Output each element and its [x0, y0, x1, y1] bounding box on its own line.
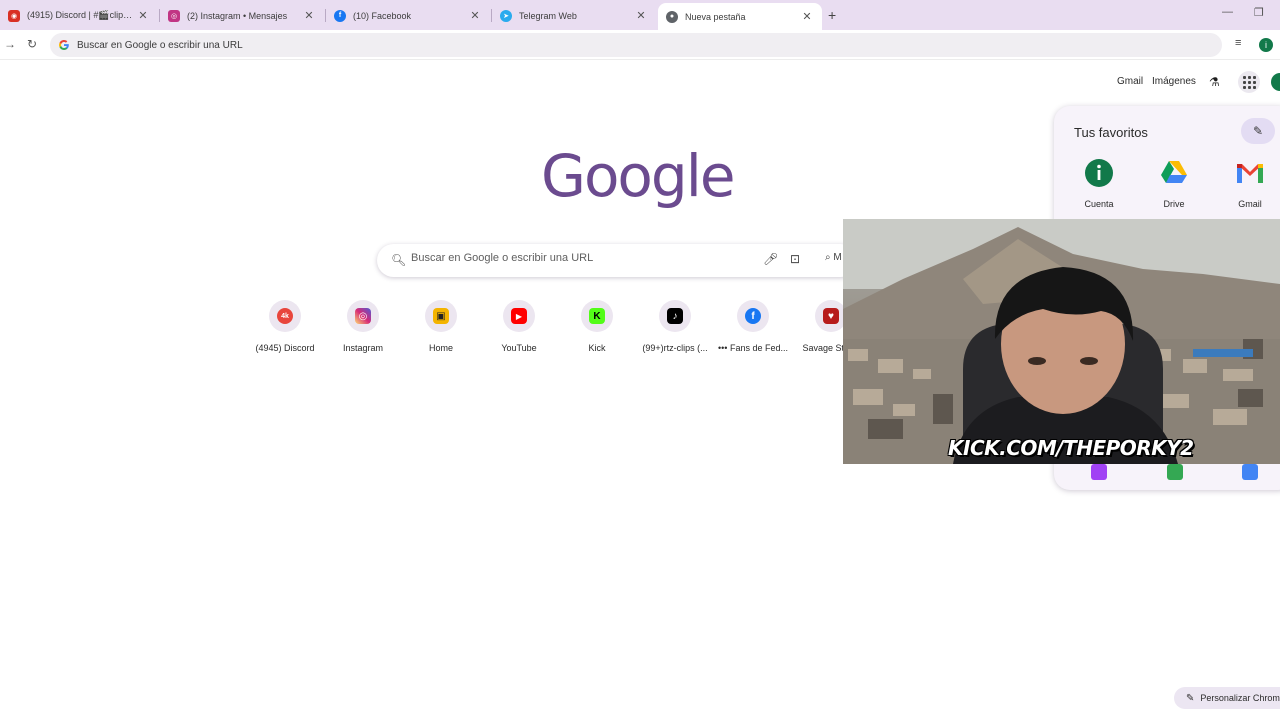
home-icon: ▣ — [433, 308, 449, 324]
stream-url-overlay: KICK.COM/THEPORKY2 — [948, 436, 1194, 460]
fav-app-label: Gmail — [1238, 199, 1262, 209]
close-icon[interactable]: ✕ — [634, 9, 648, 22]
ai-mode-button[interactable]: ⌕ M — [825, 252, 842, 263]
shortcut-youtube[interactable]: ▶ YouTube — [480, 300, 558, 353]
instagram-icon: ◎ — [355, 308, 371, 324]
google-logo: Google — [541, 142, 736, 210]
shortcut-label: Instagram — [342, 343, 384, 353]
profile-initial: i — [1265, 40, 1267, 50]
kick-icon: K — [589, 308, 605, 324]
tab-new-tab[interactable]: ● Nueva pestaña ✕ — [658, 3, 822, 30]
omnibox-text: Buscar en Google o escribir una URL — [77, 39, 243, 51]
close-icon[interactable]: ✕ — [302, 9, 316, 22]
account-avatar[interactable] — [1271, 73, 1280, 91]
address-bar[interactable]: Buscar en Google o escribir una URL — [50, 33, 1222, 57]
account-icon — [1084, 158, 1114, 188]
tiktok-icon: ♪ — [667, 308, 683, 324]
shortcut-label: ••• Fans de Fed... — [718, 343, 788, 353]
customize-chrome-button[interactable]: ✎ Personalizar Chrome — [1174, 687, 1280, 709]
lens-icon[interactable]: ⊡ — [790, 252, 800, 266]
reload-icon[interactable]: ↻ — [27, 37, 37, 51]
tab-title: Telegram Web — [519, 10, 577, 21]
search-input[interactable] — [411, 252, 751, 264]
images-link[interactable]: Imágenes — [1152, 76, 1196, 87]
docs-icon[interactable] — [1242, 464, 1258, 480]
shortcut-facebook[interactable]: f ••• Fans de Fed... — [714, 300, 792, 353]
shortcut-label: YouTube — [501, 343, 537, 353]
tab-discord[interactable]: ◉ (4915) Discord | #🎬clips🎬 | Ꭺ ✕ — [0, 3, 158, 28]
discord-icon: 4k — [277, 308, 293, 324]
favorites-title: Tus favoritos — [1074, 125, 1148, 140]
labs-flask-icon[interactable]: ⚗ — [1209, 75, 1220, 89]
google-apps-button[interactable] — [1238, 71, 1260, 93]
telegram-icon: ➤ — [500, 9, 512, 22]
instagram-icon: ◎ — [168, 9, 180, 22]
shortcut-tiktok[interactable]: ♪ (99+)rtz-clips (... — [636, 300, 714, 353]
close-icon[interactable]: ✕ — [800, 10, 814, 23]
pencil-icon: ✎ — [1186, 692, 1195, 704]
shortcut-kick[interactable]: K Kick — [558, 300, 636, 353]
drive-icon — [1159, 158, 1189, 188]
search-box[interactable]: 🔍︎ 🎤︎ ⊡ ⌕ M — [377, 244, 857, 277]
fav-app-account[interactable]: Cuenta — [1069, 158, 1129, 209]
shortcut-label: (4945) Discord — [255, 343, 315, 353]
fav-app-gmail[interactable]: Gmail — [1220, 158, 1280, 209]
webcam-overlay: KICK.COM/THEPORKY2 — [843, 219, 1280, 464]
forward-icon[interactable]: → — [4, 37, 16, 51]
facebook-icon: f — [334, 9, 346, 22]
restore-icon[interactable]: ❐ — [1254, 6, 1264, 19]
discord-icon: ◉ — [8, 9, 20, 22]
edit-favorites-button[interactable]: ✎ — [1241, 118, 1275, 144]
tab-instagram[interactable]: ◎ (2) Instagram • Mensajes ✕ — [160, 3, 324, 28]
facebook-icon: f — [745, 308, 761, 324]
youtube-icon: ▶ — [511, 308, 527, 324]
tab-facebook[interactable]: f (10) Facebook ✕ — [326, 3, 490, 28]
microphone-icon[interactable]: 🎤︎ — [763, 252, 778, 266]
shortcut-label: Home — [428, 343, 453, 353]
tab-title: (4915) Discord | #🎬clips🎬 | Ꭺ — [27, 10, 136, 20]
savage-icon: ♥ — [823, 308, 839, 324]
shortcut-discord[interactable]: 4k (4945) Discord — [246, 300, 324, 353]
youtube-studio-icon[interactable] — [1091, 464, 1107, 480]
media-controls-icon[interactable]: ≡ — [1235, 37, 1241, 49]
webcam-feed — [843, 219, 1280, 464]
new-tab-button[interactable]: + — [828, 7, 836, 23]
shortcut-label: (99+)rtz-clips (... — [642, 343, 708, 353]
apps-grid-icon — [1242, 75, 1256, 89]
ai-mode-label: M — [833, 252, 842, 263]
close-icon[interactable]: ✕ — [468, 9, 482, 22]
search-icon: 🔍︎ — [391, 253, 407, 267]
tab-strip: ◉ (4915) Discord | #🎬clips🎬 | Ꭺ ✕ ◎ (2) … — [0, 0, 1280, 30]
close-icon[interactable]: ✕ — [136, 9, 150, 22]
browser-toolbar: → ↻ Buscar en Google o escribir una URL … — [0, 30, 1280, 60]
gmail-link[interactable]: Gmail — [1117, 76, 1143, 87]
tab-title: (10) Facebook — [353, 10, 412, 21]
fav-app-label: Drive — [1163, 199, 1185, 209]
tab-title: Nueva pestaña — [685, 11, 746, 22]
shortcut-home[interactable]: ▣ Home — [402, 300, 480, 353]
google-g-icon — [59, 40, 69, 50]
chrome-icon: ● — [666, 10, 678, 23]
profile-avatar[interactable]: i — [1259, 38, 1273, 52]
pencil-icon: ✎ — [1252, 124, 1264, 138]
tab-telegram[interactable]: ➤ Telegram Web ✕ — [492, 3, 656, 28]
minimize-icon[interactable]: — — [1222, 6, 1233, 18]
shortcut-instagram[interactable]: ◎ Instagram — [324, 300, 402, 353]
fav-app-label: Cuenta — [1084, 199, 1114, 209]
sheets-icon[interactable] — [1167, 464, 1183, 480]
fav-app-drive[interactable]: Drive — [1144, 158, 1204, 209]
customize-label: Personalizar Chrome — [1200, 693, 1280, 703]
gmail-icon — [1235, 158, 1265, 188]
shortcut-label: Kick — [588, 343, 606, 353]
tab-title: (2) Instagram • Mensajes — [187, 10, 288, 21]
